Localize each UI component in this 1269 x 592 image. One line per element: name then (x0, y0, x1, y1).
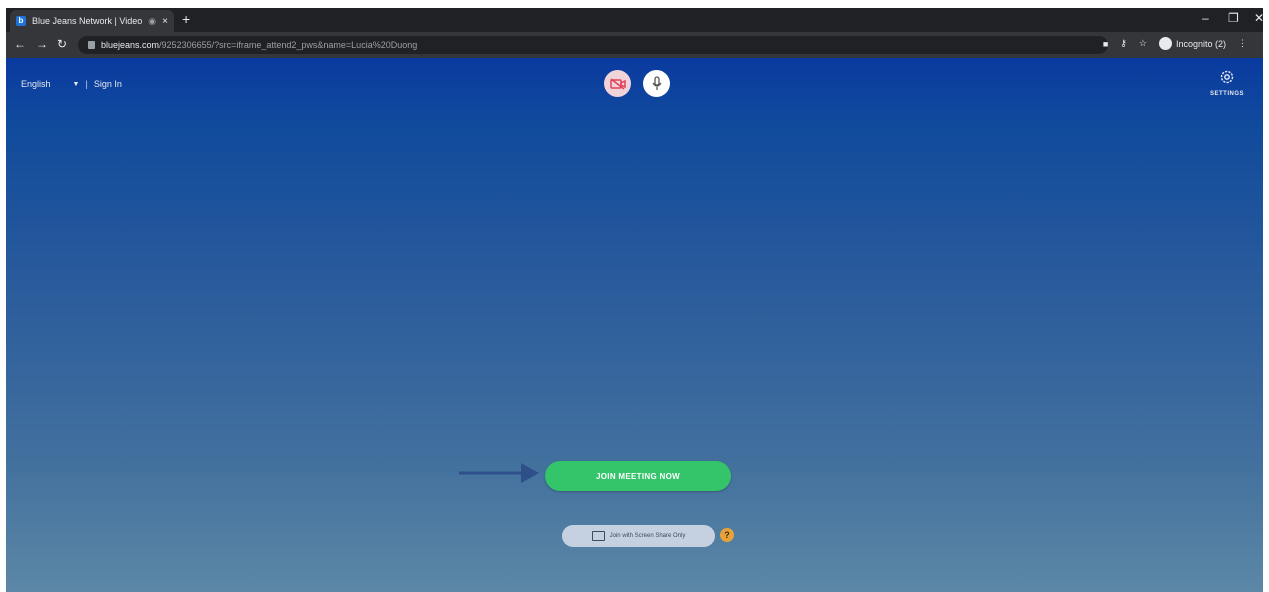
media-controls (604, 70, 670, 97)
tab-close-icon[interactable]: × (162, 16, 168, 27)
language-bar: English ▼ | Sign In (21, 79, 122, 89)
lock-icon (88, 41, 95, 49)
camera-toggle-button[interactable] (604, 70, 631, 97)
toolbar-icons: ■ ⚷ ☆ Incognito (2) ⋮ (1103, 37, 1247, 50)
camera-indicator-icon[interactable]: ■ (1103, 39, 1108, 49)
screen-share-icon (591, 531, 605, 541)
close-window-button[interactable]: ✕ (1254, 11, 1263, 25)
screen-share-only-button[interactable]: Join with Screen Share Only (562, 525, 715, 547)
settings-button[interactable]: SETTINGS (1202, 70, 1252, 97)
back-arrow-icon[interactable]: ← (14, 37, 26, 51)
tab-bluejeans[interactable]: b Blue Jeans Network | Video ◉ × (10, 10, 174, 32)
incognito-button[interactable]: Incognito (2) (1158, 37, 1226, 50)
forward-arrow-icon[interactable]: → (36, 37, 48, 51)
reload-icon[interactable]: ↻ (57, 37, 67, 51)
join-meeting-button[interactable]: JOIN MEETING NOW (545, 461, 731, 491)
browser-menu-icon[interactable]: ⋮ (1238, 38, 1247, 49)
help-icon[interactable]: ? (720, 528, 734, 542)
url-host: bluejeans.com (101, 40, 160, 50)
microphone-icon (651, 75, 662, 90)
language-select[interactable]: English (21, 79, 51, 89)
tab-strip: b Blue Jeans Network | Video ◉ × + – ❐ ✕ (6, 8, 1263, 32)
incognito-label: Incognito (2) (1175, 38, 1226, 49)
browser-window: b Blue Jeans Network | Video ◉ × + – ❐ ✕… (6, 8, 1263, 592)
meeting-page: English ▼ | Sign In SETTINGS JOIN MEETIN… (6, 58, 1263, 592)
microphone-toggle-button[interactable] (643, 70, 670, 97)
bluejeans-favicon-icon: b (16, 16, 26, 26)
chevron-down-icon[interactable]: ▼ (73, 81, 80, 88)
screen-share-label: Join with Screen Share Only (609, 533, 686, 539)
tab-title: Blue Jeans Network | Video (32, 16, 143, 26)
recording-dot-icon: ◉ (148, 15, 157, 26)
camera-off-icon (609, 77, 626, 90)
browser-toolbar: ← → ↻ bluejeans.com /9252306655/?src=ifr… (6, 32, 1263, 58)
key-icon[interactable]: ⚷ (1120, 38, 1127, 49)
separator: | (85, 79, 88, 89)
new-tab-button[interactable]: + (182, 11, 190, 27)
sign-in-link[interactable]: Sign In (94, 79, 122, 89)
bookmark-star-icon[interactable]: ☆ (1139, 38, 1147, 49)
pointer-arrow-icon (459, 463, 539, 483)
gear-icon (1220, 70, 1234, 84)
maximize-button[interactable]: ❐ (1228, 11, 1239, 25)
minimize-button[interactable]: – (1202, 11, 1209, 25)
incognito-icon (1158, 37, 1172, 50)
address-bar[interactable]: bluejeans.com /9252306655/?src=iframe_at… (78, 36, 1108, 54)
url-path: /9252306655/?src=iframe_attend2_pws&name… (159, 40, 418, 50)
settings-label: SETTINGS (1209, 91, 1244, 97)
